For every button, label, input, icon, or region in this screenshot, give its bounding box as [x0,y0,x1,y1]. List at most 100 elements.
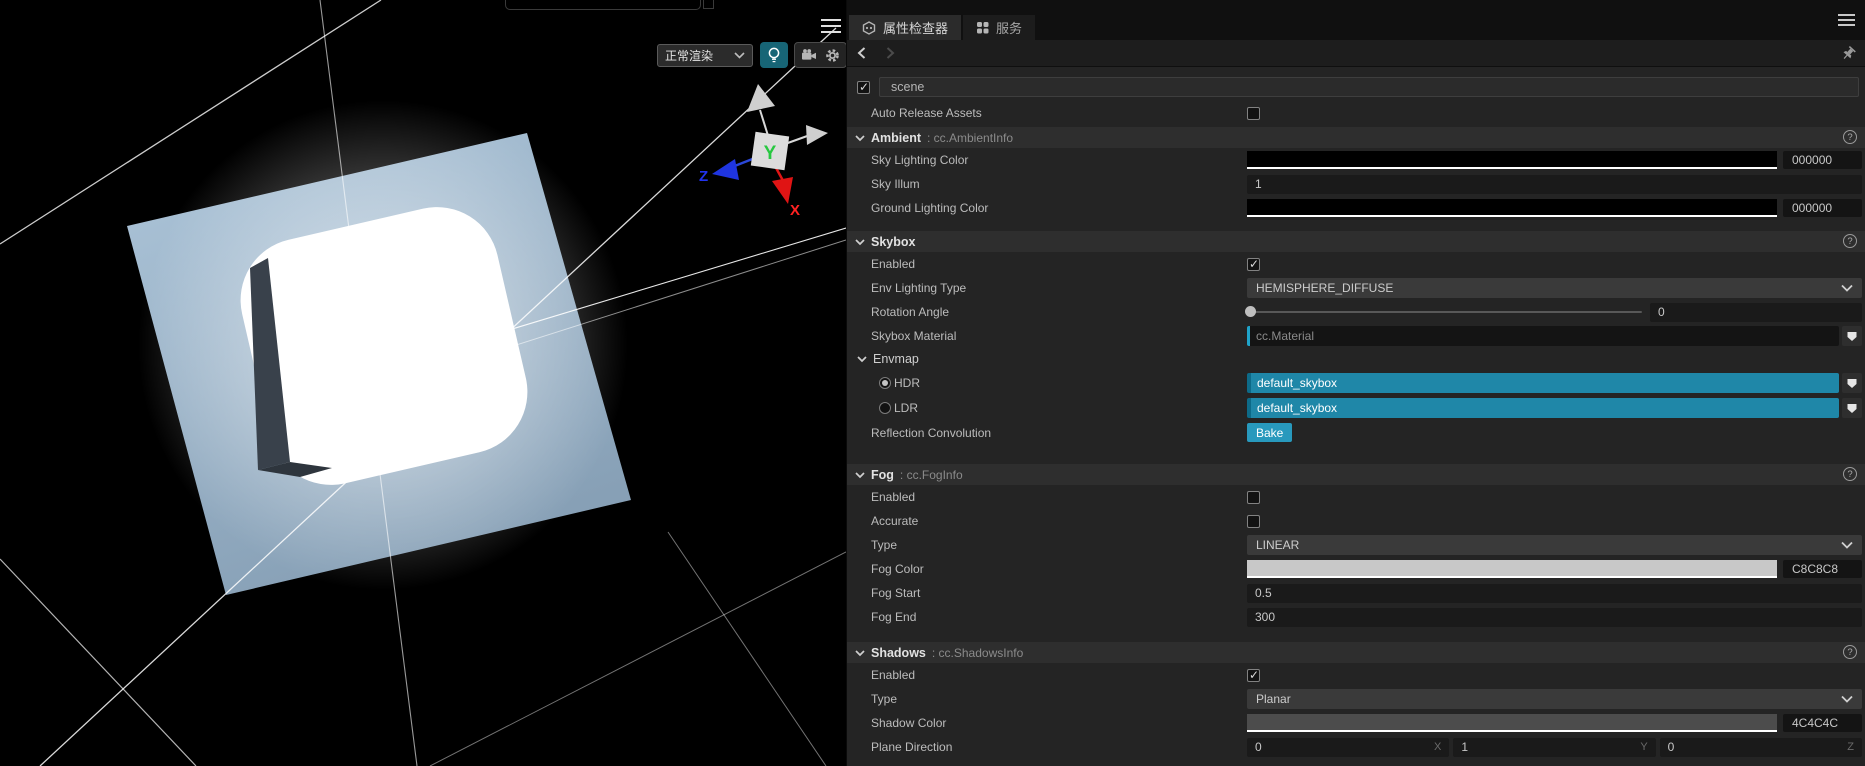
hdr-radio[interactable] [879,376,891,389]
ldr-radio[interactable] [879,401,891,414]
section-fog-title: Fog [871,467,894,482]
grid-line [667,531,827,766]
chevron-down-icon [1841,541,1853,549]
sky-lighting-color-label: Sky Lighting Color [871,153,969,167]
sky-illum-input[interactable]: 1 [1247,174,1862,194]
help-icon[interactable]: ? [1843,234,1857,248]
fog-accurate-checkbox[interactable] [1247,514,1260,528]
ldr-asset-field[interactable]: default_skybox [1247,397,1839,418]
tab-inspector[interactable]: 属性检查器 [849,15,962,40]
shadow-color-label: Shadow Color [871,716,947,730]
gizmo-z-arrow[interactable] [712,159,739,180]
fog-start-label: Fog Start [871,586,921,600]
row-fog-end: Fog End 300 [847,605,1865,629]
top-toolbar-square [703,0,714,9]
row-fog-enabled: Enabled [847,485,1865,509]
sky-lighting-color-swatch[interactable] [1247,151,1777,169]
skybox-enabled-checkbox[interactable] [1247,257,1260,271]
inspector-menu-icon[interactable] [1838,14,1855,26]
fog-end-input[interactable]: 300 [1247,607,1862,627]
camera-button[interactable] [801,48,818,62]
gizmo-up-arrow[interactable] [747,84,775,112]
scene-viewport[interactable]: 正常渲染 Z X Y [0,0,846,766]
fog-color-swatch[interactable] [1247,560,1777,578]
plane-direction-z-value: 0 [1667,740,1675,754]
hdr-picker-button[interactable] [1842,372,1862,393]
tab-services[interactable]: 服务 [963,15,1036,40]
gizmo-x-arrow[interactable] [772,177,793,204]
ground-lighting-color-hex[interactable]: 000000 [1783,199,1862,217]
hdr-asset-field[interactable]: default_skybox [1247,372,1839,393]
inspector-nav-row [847,40,1865,67]
section-fog[interactable]: Fog : cc.FogInfo ? [847,464,1865,485]
env-lighting-type-dropdown[interactable]: HEMISPHERE_DIFFUSE [1247,278,1862,298]
shadow-color-hex[interactable]: 4C4C4C [1783,714,1862,732]
plane-direction-x-value: 0 [1255,740,1262,754]
rotation-angle-slider[interactable] [1245,302,1642,322]
bake-button[interactable]: Bake [1247,423,1293,442]
scene-name-text: scene [891,80,925,94]
section-shadows-title: Shadows [871,645,926,660]
skybox-material-field[interactable]: cc.Material [1247,326,1839,346]
skybox-enabled-label: Enabled [871,257,916,271]
slider-handle[interactable] [1245,306,1256,317]
section-ambient[interactable]: Ambient : cc.AmbientInfo ? [847,127,1865,148]
scene-name-field[interactable]: scene [879,77,1859,97]
shadows-type-label: Type [871,692,898,706]
gizmo-y-label: Y [764,143,777,164]
fog-type-label: Type [871,538,898,552]
help-icon[interactable]: ? [1843,467,1857,481]
row-sky-illum: Sky Illum 1 [847,172,1865,196]
shadows-enabled-checkbox[interactable] [1247,668,1260,682]
viewport-menu-icon[interactable] [821,19,841,33]
forward-arrow-icon[interactable] [885,46,895,60]
ldr-picker-button[interactable] [1842,397,1862,418]
pin-icon[interactable] [1841,46,1856,61]
gizmo-right-arrow[interactable] [806,125,828,145]
fog-color-hex[interactable]: C8C8C8 [1783,560,1862,578]
render-mode-dropdown[interactable]: 正常渲染 [657,44,753,67]
skybox-material-picker-button[interactable] [1842,326,1862,346]
plane-direction-vector: 0 X 1 Y 0 Z [1247,737,1862,757]
grid-line [0,558,197,766]
shadows-type-dropdown[interactable]: Planar [1247,689,1862,709]
tab-services-label: 服务 [996,21,1023,36]
section-shadows[interactable]: Shadows : cc.ShadowsInfo ? [847,642,1865,663]
subsection-envmap[interactable]: Envmap [847,348,1865,370]
help-icon[interactable]: ? [1843,645,1857,659]
plane-direction-y-axis: Y [1640,741,1648,753]
sky-lighting-color-hex[interactable]: 000000 [1783,151,1862,169]
asset-picker-icon [1847,403,1857,413]
rotation-angle-input[interactable]: 0 [1650,302,1862,322]
fog-enabled-checkbox[interactable] [1247,490,1260,504]
section-skybox[interactable]: Skybox ? [847,231,1865,252]
top-toolbar-fragment [505,0,701,10]
tab-bar: 属性检查器 服务 [847,0,1865,40]
editor-window: 正常渲染 Z X Y 属性检查器 服务 ✓ scene Auto Release… [0,0,1865,766]
help-icon[interactable]: ? [1843,130,1857,144]
back-arrow-icon[interactable] [857,46,867,60]
fog-type-dropdown[interactable]: LINEAR [1247,535,1862,555]
section-ambient-title: Ambient [871,130,921,145]
gear-button[interactable] [825,48,840,63]
row-shadow-color: Shadow Color 4C4C4C [847,711,1865,735]
asset-picker-icon [1847,332,1857,341]
axis-gizmo[interactable]: Z X Y [695,82,840,217]
shadow-color-swatch[interactable] [1247,714,1777,732]
auto-release-label: Auto Release Assets [871,106,982,120]
chevron-down-icon [855,238,865,245]
plane-direction-z-field[interactable]: 0 Z [1659,737,1862,757]
plane-direction-y-field[interactable]: 1 Y [1453,737,1656,757]
lightbulb-icon [768,47,780,62]
ldr-label: LDR [894,400,919,415]
fog-enabled-label: Enabled [871,490,916,504]
scene-active-checkbox[interactable] [857,80,870,94]
fog-start-input[interactable]: 0.5 [1247,583,1862,603]
row-fog-start: Fog Start 0.5 [847,581,1865,605]
plane-direction-x-field[interactable]: 0 X [1247,737,1450,757]
auto-release-checkbox[interactable] [1247,106,1260,120]
plane-direction-x-axis: X [1433,741,1442,753]
lighting-toggle-button[interactable] [760,42,788,68]
fog-type-value: LINEAR [1256,538,1300,552]
ground-lighting-color-swatch[interactable] [1247,199,1777,217]
